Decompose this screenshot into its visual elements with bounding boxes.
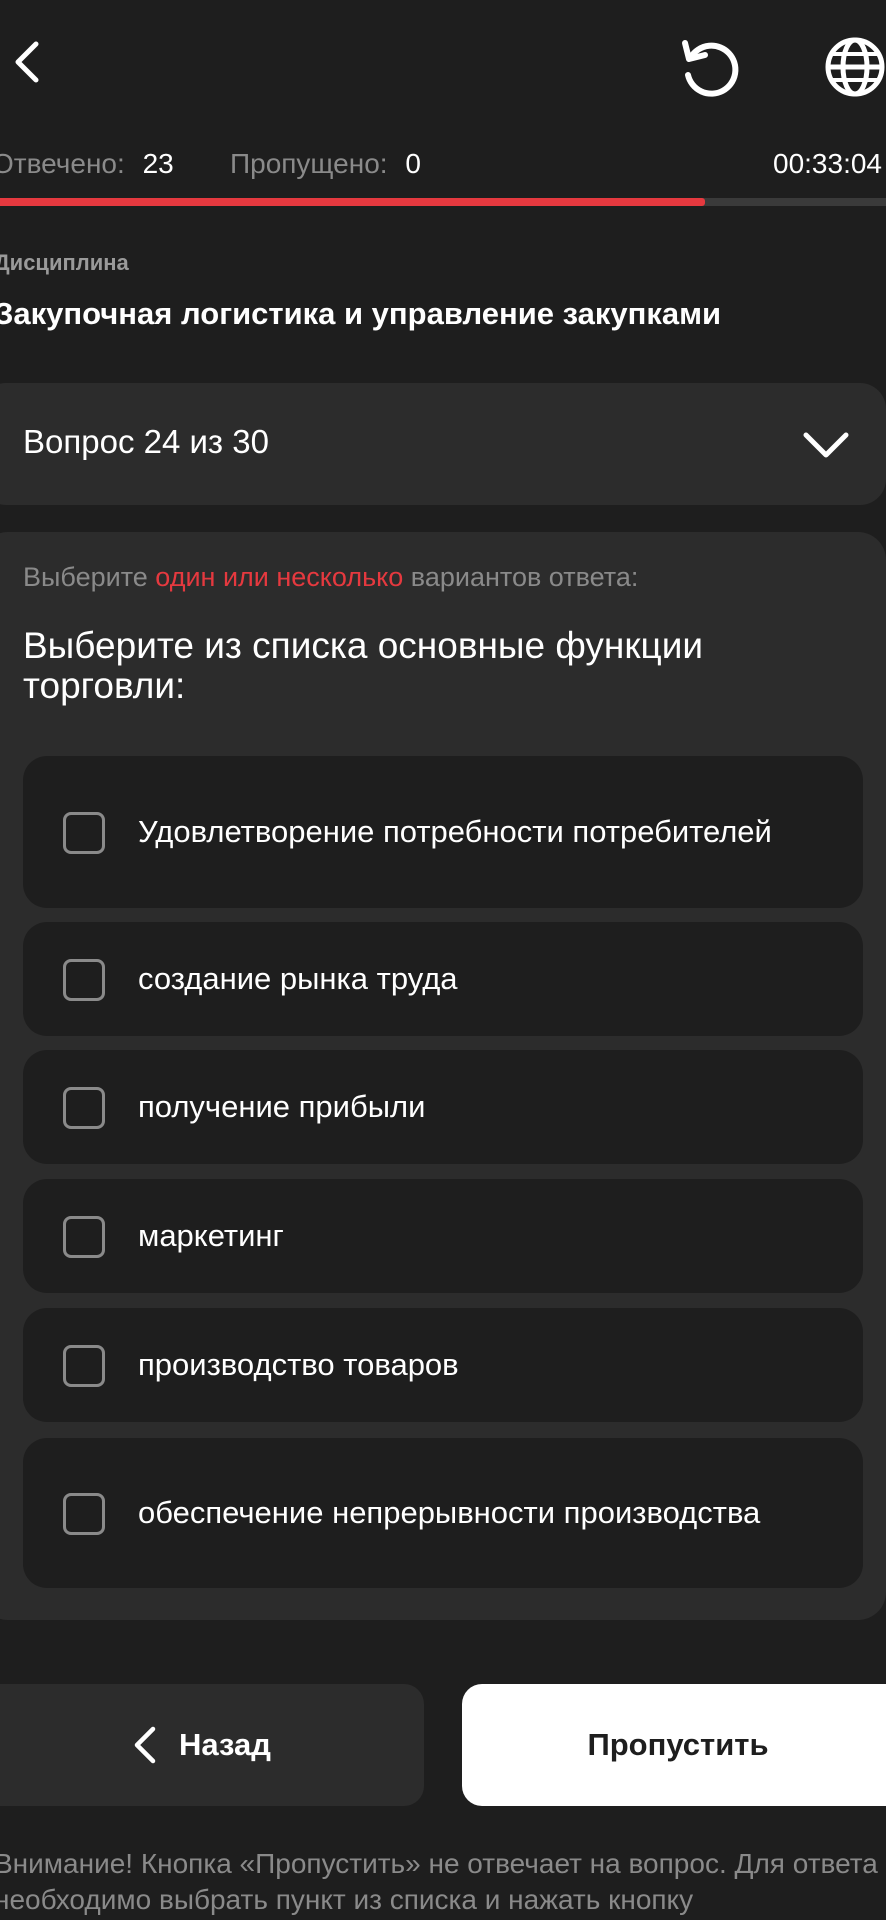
answer-option[interactable]: получение прибыли	[23, 1050, 863, 1164]
question-selector[interactable]: Вопрос 24 из 30	[0, 383, 886, 505]
option-label: создание рынка труда	[138, 961, 458, 996]
language-button[interactable]	[818, 30, 886, 104]
answer-option[interactable]: производство товаров	[23, 1308, 863, 1422]
question-text: Выберите из списка основные функции торг…	[23, 625, 704, 706]
option-checkbox[interactable]	[63, 812, 105, 854]
option-label: получение прибыли	[138, 1089, 426, 1124]
skipped-stat: Пропущено: 0	[230, 144, 421, 184]
answer-option[interactable]: создание рынка труда	[23, 922, 863, 1036]
skip-notice: Внимание! Кнопка «Пропустить» не отвечае…	[0, 1848, 878, 1915]
option-checkbox[interactable]	[63, 1087, 105, 1129]
chevron-down-icon	[803, 432, 849, 458]
chevron-left-icon	[15, 41, 39, 83]
reset-button[interactable]	[672, 30, 746, 104]
answered-label: Отвечено:	[0, 148, 125, 179]
option-checkbox[interactable]	[63, 1493, 105, 1535]
progress-bar	[0, 198, 886, 206]
answer-instruction: Выберите один или несколько вариантов от…	[23, 562, 638, 593]
option-checkbox[interactable]	[63, 959, 105, 1001]
quiz-stats: Отвечено: 23 Пропущено: 0 00:33:04	[0, 144, 886, 184]
globe-icon	[825, 37, 885, 97]
answer-option[interactable]: обеспечение непрерывности производства	[23, 1438, 863, 1588]
discipline-label: Дисциплина	[0, 250, 129, 275]
option-label: маркетинг	[138, 1218, 284, 1253]
option-label: Удовлетворение потребности потребителей	[138, 814, 772, 849]
skip-button-label: Пропустить	[587, 1727, 769, 1762]
back-button[interactable]: Назад	[0, 1684, 424, 1806]
instruction-prefix: Выберите	[23, 562, 156, 592]
answer-option[interactable]: Удовлетворение потребности потребителей	[23, 756, 863, 908]
back-arrow-button[interactable]	[2, 30, 52, 94]
question-selector-label: Вопрос 24 из 30	[23, 423, 269, 460]
option-checkbox[interactable]	[63, 1345, 105, 1387]
option-checkbox[interactable]	[63, 1216, 105, 1258]
skipped-label: Пропущено:	[230, 148, 388, 179]
progress-fill	[0, 198, 706, 206]
skipped-count: 0	[405, 148, 421, 179]
discipline-title: Закупочная логистика и управление закупк…	[0, 296, 722, 331]
back-button-label: Назад	[179, 1727, 271, 1762]
answered-stat: Отвечено: 23	[0, 144, 174, 184]
skip-button[interactable]: Пропустить	[462, 1684, 886, 1806]
timer: 00:33:04	[773, 148, 882, 179]
question-card: Выберите один или несколько вариантов от…	[0, 532, 886, 1620]
instruction-suffix: вариантов ответа:	[403, 562, 639, 592]
answered-count: 23	[142, 148, 174, 179]
top-bar	[0, 0, 886, 130]
answer-option[interactable]: маркетинг	[23, 1179, 863, 1293]
option-label: производство товаров	[138, 1347, 459, 1382]
instruction-accent: один или несколько	[155, 562, 404, 592]
rotate-ccw-icon	[682, 40, 739, 97]
option-label: обеспечение непрерывности производства	[138, 1495, 761, 1530]
quiz-screen: Отвечено: 23 Пропущено: 0 00:33:04 Дисци…	[0, 0, 886, 1920]
chevron-left-icon	[134, 1726, 156, 1764]
